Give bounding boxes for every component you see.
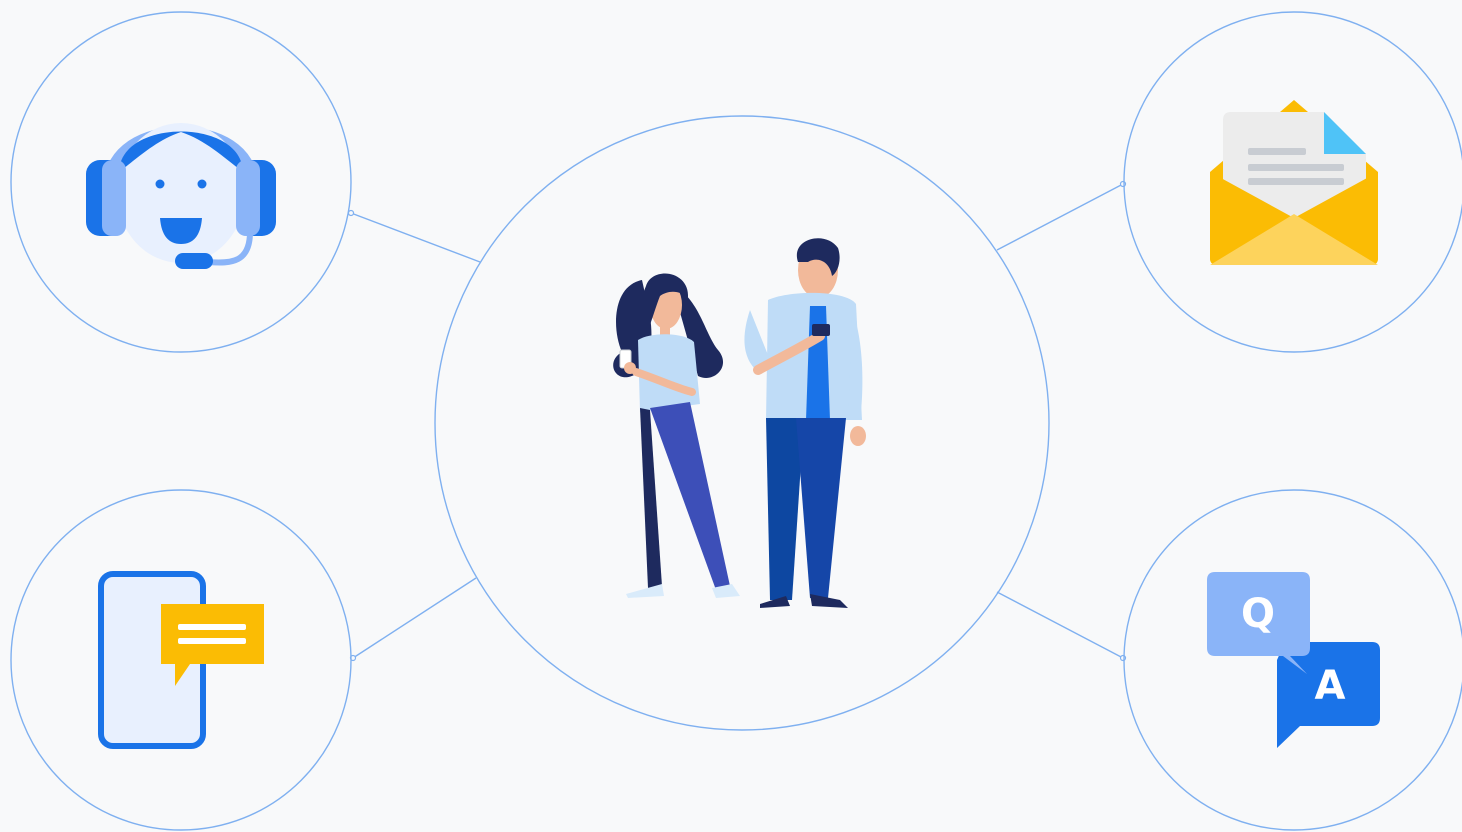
connector-dot: [1119, 180, 1127, 188]
connector-chat: [352, 577, 477, 659]
phone-chat-bubble-icon: [98, 571, 264, 749]
open-envelope-letter-icon: [1210, 100, 1378, 265]
connectors: [350, 183, 1124, 659]
q-letter: Q: [1241, 591, 1275, 637]
connector-faq: [996, 591, 1124, 659]
woman-figure: [613, 273, 740, 598]
two-people-with-phones-illustration: [613, 238, 866, 608]
channels-diagram: Q A: [10, 11, 1462, 831]
connector-support: [350, 212, 481, 263]
connector-dot: [347, 209, 355, 217]
man-figure: [744, 238, 866, 608]
question-answer-bubbles-icon: Q A: [1207, 572, 1380, 748]
headset-agent-icon: [86, 123, 276, 269]
connector-dot: [1119, 654, 1127, 662]
a-letter: A: [1315, 663, 1346, 709]
center-circle: [434, 115, 1050, 731]
connector-email: [996, 183, 1124, 251]
